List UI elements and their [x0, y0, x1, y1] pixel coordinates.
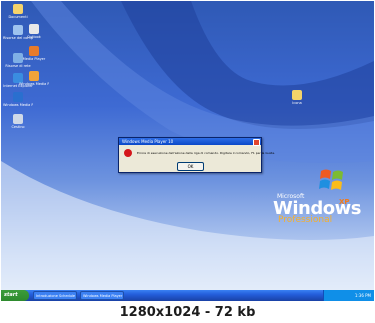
dialog-title: Windows Media Player 10 — [122, 139, 174, 144]
ok-button[interactable]: OK — [177, 162, 204, 171]
logo-xp-text: XP — [339, 198, 350, 206]
desktop-icon-media-player[interactable]: Windows Media Player — [3, 92, 33, 107]
desktop-icon-recycle-bin[interactable]: Cestino — [3, 114, 33, 129]
desktop-icon-right[interactable]: Icona — [282, 90, 312, 105]
image-caption: 1280x1024 - 72 kb — [119, 305, 256, 320]
shortcut-icon — [292, 90, 302, 100]
folder-icon — [13, 4, 23, 14]
screenshot-frame: Documenti Risorse del computer Risorse d… — [0, 0, 375, 323]
clock: 1:36 PM — [354, 293, 371, 298]
desktop-icon-outlook[interactable]: Outlook — [19, 24, 49, 39]
dialog-message: Errore di esecuzione dell'azione della r… — [137, 151, 276, 155]
mail-icon — [29, 24, 39, 34]
taskbar: start Introduzione Schedule Windows Medi… — [1, 290, 374, 301]
close-icon[interactable] — [253, 139, 260, 146]
desktop-icon-wmp[interactable]: Windows Media Player — [19, 71, 49, 86]
media-player-icon — [29, 71, 39, 81]
desktop: Documenti Risorse del computer Risorse d… — [1, 1, 374, 301]
recycle-bin-icon — [13, 114, 23, 124]
start-button[interactable]: start — [1, 290, 29, 301]
system-tray: 1:36 PM — [323, 290, 374, 301]
dialog-title-bar[interactable]: Windows Media Player 10 — [119, 138, 261, 146]
taskbar-item[interactable]: Windows Media Player — [80, 291, 124, 300]
taskbar-item[interactable]: Introduzione Schedule — [33, 291, 77, 300]
windows-flag-logo — [319, 169, 343, 190]
error-icon — [124, 149, 132, 157]
media-icon — [29, 46, 39, 56]
desktop-icon-media[interactable]: Media Player — [19, 46, 49, 61]
logo-edition-text: Professional — [278, 215, 333, 225]
desktop-icon-documents[interactable]: Documenti — [3, 4, 33, 19]
media-player-icon — [13, 92, 23, 102]
error-dialog: Windows Media Player 10 Errore di esecuz… — [118, 137, 275, 173]
